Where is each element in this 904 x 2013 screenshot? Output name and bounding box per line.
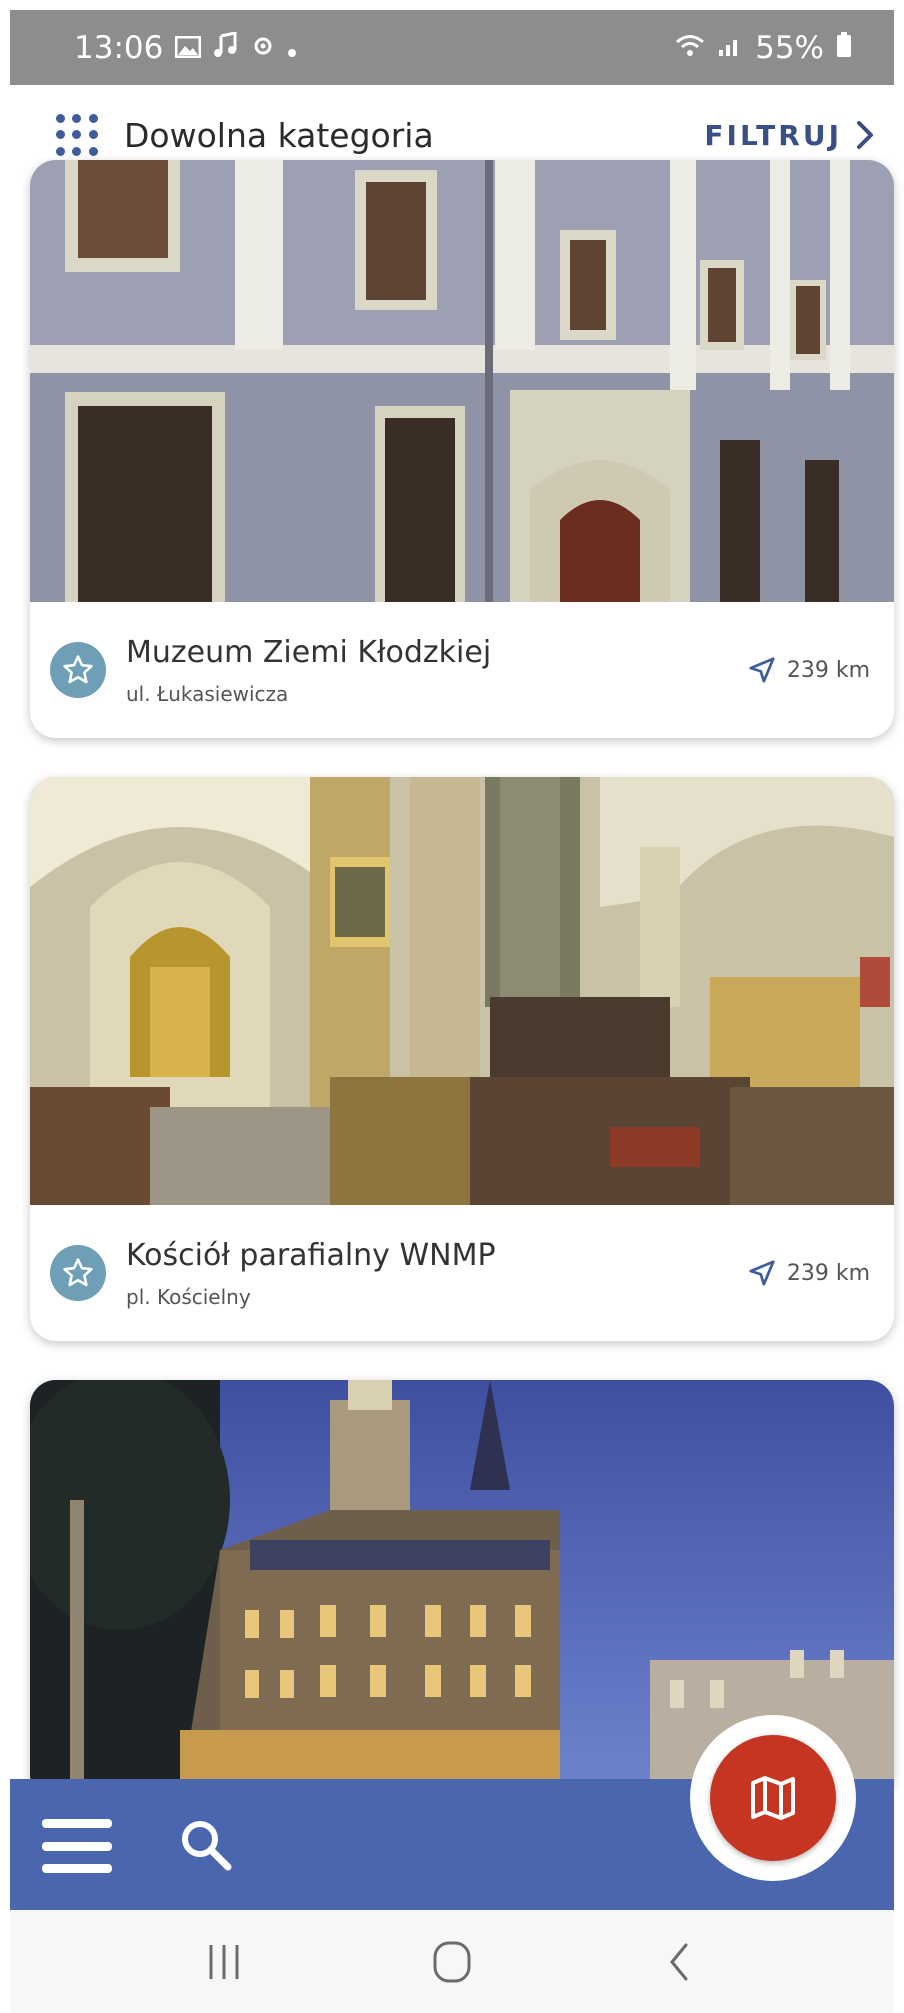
signal-icon xyxy=(717,30,743,66)
favorite-button[interactable] xyxy=(50,1245,106,1301)
filter-label: FILTRUJ xyxy=(704,118,842,152)
settings-icon xyxy=(251,30,275,66)
distance-value: 239 km xyxy=(786,1260,870,1286)
music-icon xyxy=(213,30,239,66)
museum-building-image xyxy=(30,160,894,602)
status-left: 13:06 xyxy=(74,30,297,66)
category-label: Dowolna kategoria xyxy=(124,115,434,155)
star-icon xyxy=(63,1258,93,1287)
category-selector[interactable]: Dowolna kategoria xyxy=(52,110,434,160)
filter-button[interactable]: FILTRUJ xyxy=(704,119,874,152)
recent-apps-icon[interactable] xyxy=(194,1937,254,1987)
status-time: 13:06 xyxy=(74,29,164,66)
status-right: 55% xyxy=(675,30,852,66)
place-info: Kościół parafialny WNMP pl. Kościelny 23… xyxy=(30,1205,894,1341)
navigation-arrow-icon xyxy=(749,657,775,683)
battery-icon xyxy=(836,30,852,66)
place-texts: Muzeum Ziemi Kłodzkiej ul. Łukasiewicza xyxy=(126,635,747,706)
place-street: pl. Kościelny xyxy=(126,1284,251,1309)
place-street: ul. Łukasiewicza xyxy=(126,681,289,706)
navigation-arrow-icon xyxy=(749,1260,775,1286)
place-title: Muzeum Ziemi Kłodzkiej xyxy=(126,634,492,670)
chevron-right-icon xyxy=(857,121,873,149)
search-icon[interactable] xyxy=(176,1815,236,1875)
status-bar: 13:06 55% xyxy=(10,10,894,85)
gallery-icon xyxy=(174,30,202,66)
place-photo xyxy=(30,777,894,1205)
place-texts: Kościół parafialny WNMP pl. Kościelny xyxy=(126,1238,747,1309)
distance-value: 239 km xyxy=(786,657,870,683)
church-interior-image xyxy=(30,777,894,1205)
menu-button[interactable] xyxy=(42,1819,112,1873)
place-info: Muzeum Ziemi Kłodzkiej ul. Łukasiewicza … xyxy=(30,602,894,738)
home-icon[interactable] xyxy=(422,1937,482,1987)
menu-icon-line xyxy=(42,1864,112,1873)
system-navigation-bar xyxy=(10,1910,894,2013)
battery-percent: 55% xyxy=(755,29,824,66)
menu-icon-line xyxy=(42,1841,112,1851)
back-icon[interactable] xyxy=(650,1937,710,1987)
place-distance: 239 km xyxy=(747,1258,870,1288)
place-card[interactable]: Kościół parafialny WNMP pl. Kościelny 23… xyxy=(30,777,894,1341)
favorite-button[interactable] xyxy=(50,642,106,698)
map-icon xyxy=(751,1776,795,1820)
menu-icon-line xyxy=(42,1819,112,1828)
place-photo xyxy=(30,160,894,602)
grid-icon xyxy=(52,110,102,160)
map-button[interactable] xyxy=(710,1735,836,1861)
place-card[interactable]: Muzeum Ziemi Kłodzkiej ul. Łukasiewicza … xyxy=(30,160,894,738)
wifi-icon xyxy=(675,30,705,66)
place-title: Kościół parafialny WNMP xyxy=(126,1237,496,1273)
star-icon xyxy=(63,655,93,684)
place-distance: 239 km xyxy=(747,655,870,685)
notification-dot-icon xyxy=(287,30,297,66)
